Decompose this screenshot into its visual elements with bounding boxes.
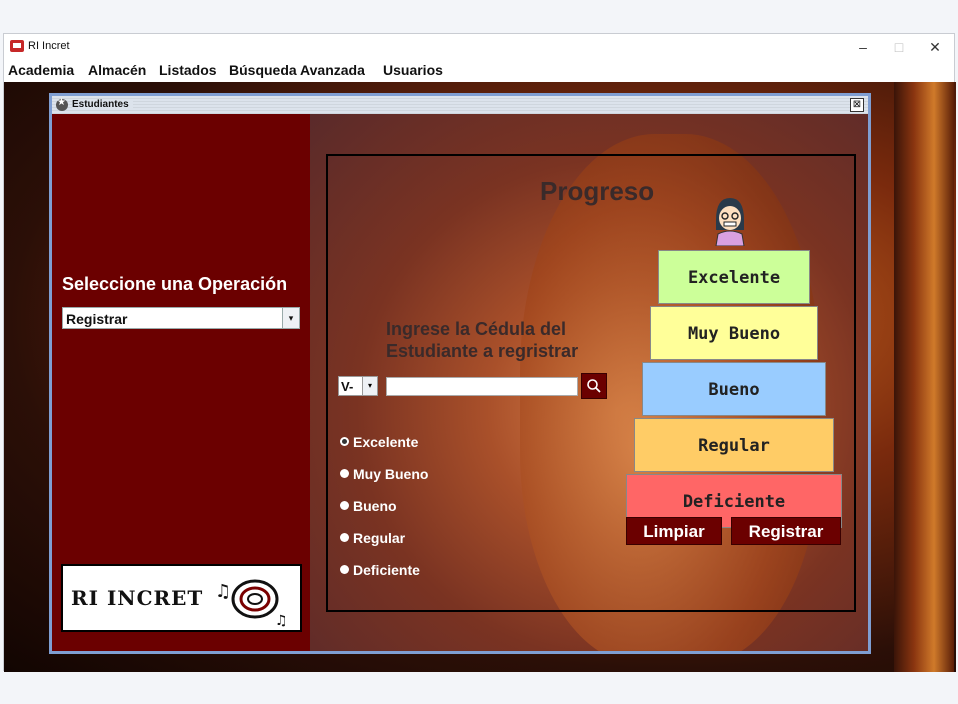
operation-label: Seleccione una Operación: [62, 274, 288, 294]
limpiar-button[interactable]: Limpiar: [626, 517, 722, 545]
student-avatar-icon: [715, 198, 745, 246]
close-button[interactable]: ✕: [920, 36, 950, 58]
radio-regular[interactable]: Regular: [340, 530, 405, 546]
menu-bar: Academia Almacén Listados Búsqueda Avanz…: [4, 60, 954, 82]
radio-dot: [340, 501, 349, 510]
menu-busqueda-avanzada[interactable]: Búsqueda Avanzada: [229, 62, 365, 78]
level-muy-bueno: Muy Bueno: [650, 306, 818, 360]
menu-almacen[interactable]: Almacén: [88, 62, 146, 78]
progress-title: Progreso: [540, 176, 655, 206]
svg-text:♫: ♫: [275, 613, 288, 629]
radio-dot: [340, 533, 349, 542]
estudiantes-frame: Estudiantes ⊠ Seleccione una Operación R…: [49, 93, 871, 654]
radio-dot: [340, 469, 349, 478]
spiral-music-icon: ♫ ♫: [215, 579, 288, 629]
radio-excelente[interactable]: Excelente: [340, 434, 418, 450]
radio-dot: [340, 565, 349, 574]
maximize-button[interactable]: □: [884, 36, 914, 58]
window-title: RI Incret: [28, 40, 70, 52]
frame-title: Estudiantes: [72, 99, 133, 110]
cedula-prompt-line2: Estudiante a regristrar: [386, 341, 579, 361]
svg-text:♫: ♫: [215, 581, 231, 602]
minimize-button[interactable]: –: [848, 36, 878, 58]
progress-panel: Progreso Ingrese la Cédula del Estudiant…: [310, 114, 868, 651]
radio-deficiente[interactable]: Deficiente: [340, 562, 420, 578]
level-excelente: Excelente: [658, 250, 810, 304]
ri-incret-logo: RI INCRET ♫ ♫: [61, 564, 302, 632]
menu-academia[interactable]: Academia: [8, 62, 74, 78]
id-prefix-value: V-: [341, 379, 354, 394]
violin-image: [894, 82, 954, 672]
radio-dot: [340, 437, 349, 446]
operation-select-value: Registrar: [66, 311, 128, 327]
menu-listados[interactable]: Listados: [159, 62, 217, 78]
title-bar: RI Incret – □ ✕: [4, 34, 954, 60]
frame-title-bar: Estudiantes ⊠: [52, 96, 868, 114]
frame-icon: [56, 97, 68, 111]
chevron-down-icon[interactable]: ▾: [282, 308, 299, 328]
cedula-input[interactable]: [386, 377, 578, 396]
radio-muy-bueno[interactable]: Muy Bueno: [340, 466, 428, 482]
radio-bueno[interactable]: Bueno: [340, 498, 397, 514]
level-bueno: Bueno: [642, 362, 826, 416]
operation-panel: Seleccione una Operación Registrar ▾ RI …: [52, 114, 310, 651]
operation-select[interactable]: Registrar ▾: [62, 307, 300, 329]
id-prefix-select[interactable]: V- ▾: [338, 376, 378, 396]
cedula-prompt: Ingrese la Cédula del Estudiante a regri…: [386, 318, 578, 362]
menu-usuarios[interactable]: Usuarios: [383, 62, 443, 78]
frame-close-button[interactable]: ⊠: [850, 98, 864, 112]
chevron-down-icon[interactable]: ▾: [362, 377, 377, 395]
search-icon: [587, 379, 601, 393]
logo-text: RI INCRET: [71, 586, 204, 610]
registrar-button[interactable]: Registrar: [731, 517, 841, 545]
cedula-prompt-line1: Ingrese la Cédula del: [386, 319, 567, 339]
app-icon: [10, 40, 24, 52]
level-regular: Regular: [634, 418, 834, 472]
search-button[interactable]: [581, 373, 607, 399]
